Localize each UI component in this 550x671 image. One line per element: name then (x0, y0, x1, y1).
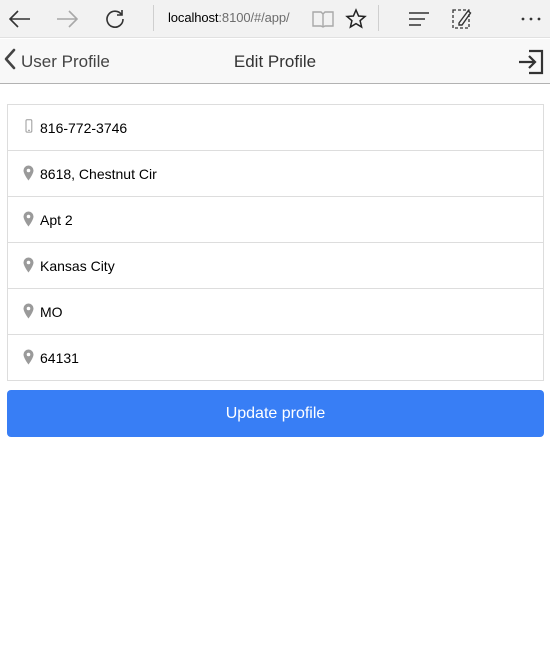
unit-field[interactable] (40, 209, 520, 231)
hub-icon[interactable] (399, 0, 439, 38)
street-row (8, 151, 543, 197)
phone-icon (23, 119, 35, 137)
logout-button[interactable] (517, 48, 545, 76)
browser-toolbar: localhost:8100/#/app/ (0, 0, 550, 38)
url-host: localhost (168, 10, 219, 25)
phone-row (8, 105, 543, 151)
address-bar[interactable]: localhost:8100/#/app/ (168, 10, 296, 25)
profile-form (7, 104, 544, 381)
update-profile-button[interactable]: Update profile (7, 390, 544, 437)
city-row (8, 243, 543, 289)
url-path: :8100/#/app/ (218, 10, 290, 25)
forward-arrow-icon[interactable] (47, 0, 87, 38)
toolbar-divider (378, 5, 379, 31)
refresh-icon[interactable] (95, 0, 135, 38)
unit-row (8, 197, 543, 243)
location-pin-icon (23, 303, 35, 321)
location-pin-icon (23, 349, 35, 367)
location-pin-icon (23, 257, 35, 275)
zip-field[interactable] (40, 347, 520, 369)
city-field[interactable] (40, 255, 520, 277)
more-icon[interactable] (511, 0, 550, 38)
web-note-icon[interactable] (442, 0, 482, 38)
location-pin-icon (23, 165, 35, 183)
location-pin-icon (23, 211, 35, 229)
page-title: Edit Profile (233, 52, 317, 71)
sign-out-icon (517, 49, 545, 80)
back-arrow-icon[interactable] (0, 0, 40, 38)
toolbar-divider (153, 5, 154, 31)
zip-row (8, 335, 543, 380)
state-row (8, 289, 543, 335)
street-field[interactable] (40, 163, 520, 185)
favorite-star-icon[interactable] (336, 0, 376, 38)
phone-field[interactable] (40, 117, 520, 139)
state-field[interactable] (40, 301, 520, 323)
app-header: User Profile Edit Profile (0, 39, 550, 84)
